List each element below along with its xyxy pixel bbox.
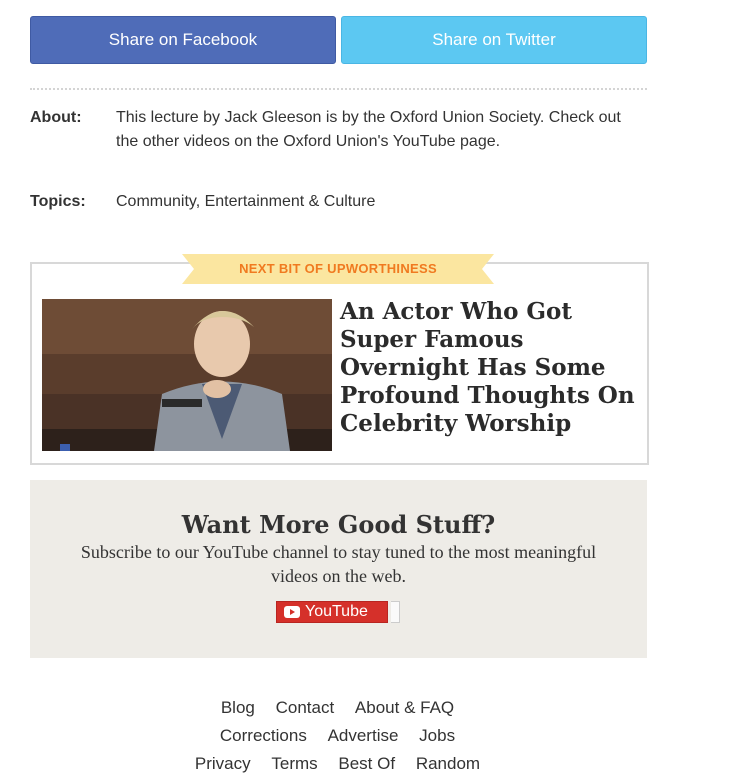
youtube-play-icon — [284, 606, 300, 618]
about-text: This lecture by Jack Gleeson is by the O… — [116, 109, 621, 150]
next-article-card[interactable]: NEXT BIT OF UPWORTHINESS An Actor Who Go… — [30, 254, 649, 465]
youtube-subscribe-button[interactable]: YouTube — [276, 601, 388, 623]
lecture-photo — [42, 299, 332, 451]
footer-link-advertise[interactable]: Advertise — [328, 722, 399, 750]
footer-link-blog[interactable]: Blog — [221, 694, 255, 722]
share-twitter-button[interactable]: Share on Twitter — [341, 16, 647, 64]
topics-row: Topics: Community, Entertainment & Cultu… — [30, 190, 647, 214]
footer-link-terms[interactable]: Terms — [271, 750, 317, 778]
subscriber-count-bubble — [391, 601, 400, 623]
footer-link-random[interactable]: Random — [416, 750, 480, 778]
subscribe-panel: Want More Good Stuff? Subscribe to our Y… — [30, 480, 647, 658]
footer-link-contact[interactable]: Contact — [276, 694, 335, 722]
footer-link-privacy[interactable]: Privacy — [195, 750, 251, 778]
share-buttons: Share on Facebook Share on Twitter — [30, 16, 647, 64]
topics-text[interactable]: Community, Entertainment & Culture — [116, 190, 636, 214]
next-ribbon: NEXT BIT OF UPWORTHINESS — [182, 254, 494, 284]
footer-row-3: Privacy Terms Best Of Random — [0, 750, 675, 778]
topics-label: Topics: — [30, 193, 86, 210]
subscribe-text: Subscribe to our YouTube channel to stay… — [80, 542, 597, 586]
next-article-title[interactable]: An Actor Who Got Super Famous Overnight … — [340, 298, 640, 438]
footer-link-best-of[interactable]: Best Of — [338, 750, 395, 778]
subscribe-title: Want More Good Stuff? — [181, 510, 496, 539]
about-row: About: This lecture by Jack Gleeson is b… — [30, 106, 647, 178]
footer-link-jobs[interactable]: Jobs — [419, 722, 455, 750]
about-label: About: — [30, 109, 82, 126]
footer-row-2: Corrections Advertise Jobs — [0, 722, 675, 750]
footer-link-corrections[interactable]: Corrections — [220, 722, 307, 750]
next-ribbon-label: NEXT BIT OF UPWORTHINESS — [239, 261, 437, 276]
footer-link-about-faq[interactable]: About & FAQ — [355, 694, 454, 722]
next-article-thumbnail[interactable] — [42, 299, 332, 451]
share-facebook-button[interactable]: Share on Facebook — [30, 16, 336, 64]
footer-row-1: Blog Contact About & FAQ — [0, 694, 675, 722]
youtube-button-label: YouTube — [305, 603, 368, 620]
divider — [30, 88, 647, 90]
